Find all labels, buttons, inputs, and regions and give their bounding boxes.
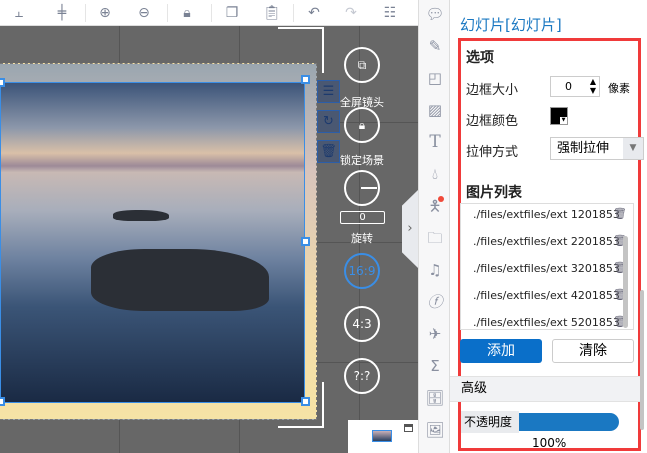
spinner-arrows-icon[interactable]: ▲ ▼ <box>590 77 596 95</box>
person-icon[interactable]: 🯅 <box>425 196 445 216</box>
border-size-label: 边框大小 <box>466 83 519 98</box>
align-bottom-icon[interactable]: ⫠ <box>10 4 28 22</box>
comment-icon[interactable]: 💬︎ <box>425 4 445 24</box>
trash-icon[interactable]: 🗑︎ <box>613 207 627 220</box>
stretch-value: 强制拉伸 <box>557 141 610 156</box>
resize-handle[interactable] <box>0 78 5 87</box>
flash-icon[interactable]: ⓕ <box>425 292 445 312</box>
image-icon[interactable]: ▨ <box>425 100 445 120</box>
opacity-slider[interactable] <box>519 413 619 431</box>
opacity-value: 100% <box>532 436 567 450</box>
icon-sidebar: 💬︎ ✎ ◰ ▨ T 💧︎ 🯅 🗀 ♫ ⓕ ✈ Σ 🗄︎ 🖼︎ <box>418 0 450 453</box>
add-image-icon[interactable]: 🖼︎ <box>425 420 445 440</box>
rotate-label: 旋转 <box>351 232 373 245</box>
lock-icon: 🔒︎ <box>358 118 366 132</box>
border-color-swatch[interactable]: ▼ <box>550 107 568 125</box>
clear-button[interactable]: 清除 <box>552 339 634 363</box>
crop-corner <box>278 27 324 73</box>
ratio-16-9-button[interactable]: 16:9 <box>344 253 380 289</box>
window-icon[interactable] <box>404 424 413 432</box>
divider <box>211 4 212 22</box>
crop-corner <box>278 382 324 428</box>
panel-scrollbar[interactable] <box>640 290 644 430</box>
image-list: ./files/extfiles/ext 1201853 🗑︎ ./files/e… <box>460 203 634 330</box>
stretch-label: 拉伸方式 <box>466 145 519 160</box>
fullscreen-button[interactable]: ⧉ <box>344 47 380 83</box>
image-list-heading: 图片列表 <box>466 185 522 201</box>
drop-icon[interactable]: 💧︎ <box>425 164 445 184</box>
canvas[interactable]: ☰ ↻ 🗑︎ ⧉ 全屏镜头 🔒︎ 锁定场景 0 旋转 16:9 4:3 ?:? <box>0 26 418 453</box>
music-icon[interactable]: ♫ <box>425 260 445 280</box>
chevron-down-icon: ▼ <box>623 138 643 159</box>
divider <box>293 4 294 22</box>
paste-icon[interactable]: 📋︎ <box>263 4 281 22</box>
history-icon[interactable]: ☷ <box>381 4 399 22</box>
resize-handle[interactable] <box>0 397 5 406</box>
advanced-section[interactable]: 高级 <box>450 376 640 402</box>
list-item[interactable]: ./files/extfiles/ext 3201853 <box>473 262 623 275</box>
rotate-input[interactable]: 0 <box>340 211 385 224</box>
border-color-label: 边框颜色 <box>466 114 519 129</box>
lock-icon[interactable]: 🔒︎ <box>178 4 196 22</box>
border-size-unit: 像素 <box>608 82 630 95</box>
replace-image-icon[interactable]: ↻ <box>317 110 340 133</box>
rotate-dial[interactable] <box>344 170 380 206</box>
resize-handle[interactable] <box>301 75 310 84</box>
folder-icon[interactable]: 🗀 <box>425 228 445 248</box>
zoom-out-icon[interactable]: ⊖ <box>135 4 153 22</box>
copy-icon[interactable]: ❐ <box>223 4 241 22</box>
zoom-in-icon[interactable]: ⊕ <box>96 4 114 22</box>
align-center-icon[interactable]: ╪ <box>53 4 71 22</box>
stretch-select[interactable]: 强制拉伸 ▼ <box>550 137 644 160</box>
thumbnail-image[interactable] <box>372 430 392 442</box>
text-icon[interactable]: T <box>425 132 445 152</box>
redo-icon[interactable]: ↷ <box>342 4 360 22</box>
divider <box>167 4 168 22</box>
list-item[interactable]: ./files/extfiles/ext 5201853 <box>473 316 623 329</box>
shape-icon[interactable]: ◰ <box>425 68 445 88</box>
pen-icon[interactable]: ✎ <box>425 36 445 56</box>
list-item[interactable]: ./files/extfiles/ext 1201853 <box>473 208 623 221</box>
thumbnail-panel <box>348 420 418 453</box>
plane-icon[interactable]: ✈ <box>425 324 445 344</box>
panel-title: 幻灯片[幻灯片] <box>460 16 562 34</box>
properties-panel: 幻灯片[幻灯片] 选项 边框大小 0 ▲ ▼ 像素 边框颜色 ▼ 拉伸方式 强制拉伸… <box>450 0 647 453</box>
options-heading: 选项 <box>466 50 494 66</box>
border-size-input[interactable]: 0 ▲ ▼ <box>550 76 600 97</box>
lock-scene-button[interactable]: 🔒︎ <box>344 107 380 143</box>
opacity-label: 不透明度 <box>461 411 519 433</box>
border-size-value: 0 <box>565 80 572 93</box>
resize-handle[interactable] <box>301 237 310 246</box>
add-button[interactable]: 添加 <box>460 339 542 363</box>
list-item[interactable]: ./files/extfiles/ext 2201853 <box>473 235 623 248</box>
fullscreen-icon: ⧉ <box>357 58 367 72</box>
divider <box>85 4 86 22</box>
ratio-4-3-button[interactable]: 4:3 <box>344 306 380 342</box>
slide-image[interactable] <box>0 82 305 403</box>
toolbar: ⫠ ╪ ⊕ ⊖ 🔒︎ ❐ 📋︎ ↶ ↷ ☷ <box>0 0 418 26</box>
undo-icon[interactable]: ↶ <box>305 4 323 22</box>
archive-icon[interactable]: 🗄︎ <box>425 388 445 408</box>
list-scrollbar[interactable] <box>623 236 628 328</box>
ratio-custom-button[interactable]: ?:? <box>344 358 380 394</box>
sigma-icon[interactable]: Σ <box>425 356 445 376</box>
list-item[interactable]: ./files/extfiles/ext 4201853 <box>473 289 623 302</box>
lock-scene-label: 锁定场景 <box>340 154 384 167</box>
